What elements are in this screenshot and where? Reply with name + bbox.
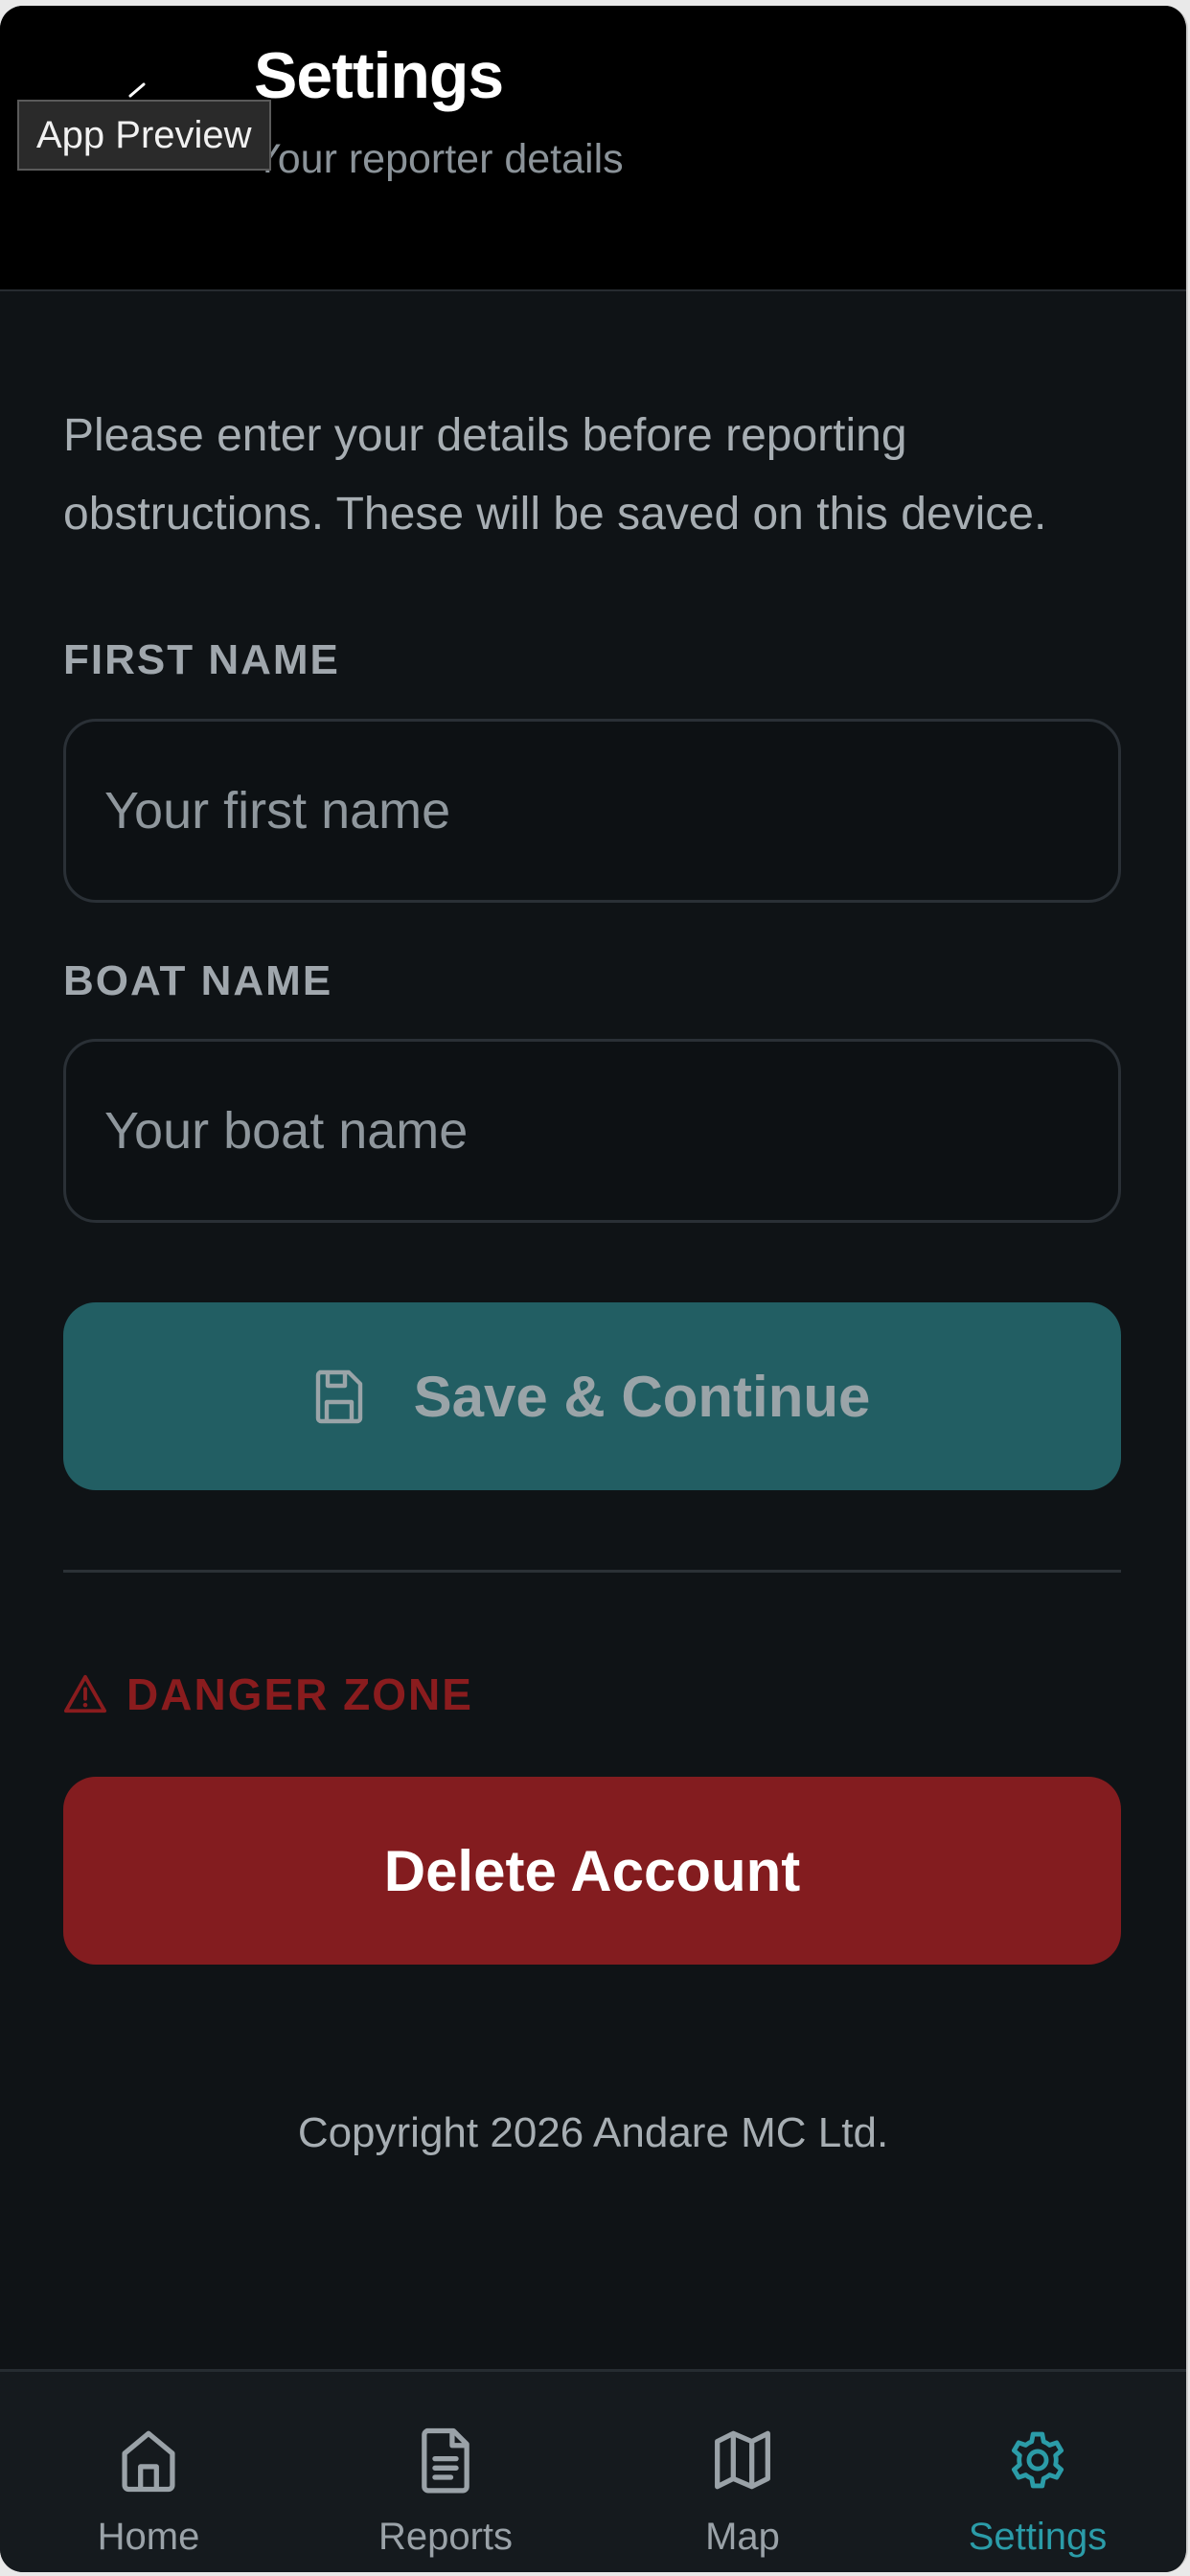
nav-label-map: Map xyxy=(705,2516,780,2558)
document-icon xyxy=(422,2427,469,2494)
boat-name-input[interactable] xyxy=(66,1042,1118,1220)
first-name-input[interactable] xyxy=(66,722,1118,900)
home-icon xyxy=(122,2430,175,2493)
map-icon xyxy=(715,2430,770,2490)
boat-name-label: BOAT NAME xyxy=(63,957,333,1004)
nav-item-home[interactable]: Home xyxy=(0,2372,297,2572)
app-preview-tag: App Preview xyxy=(17,100,271,171)
copyright-text: Copyright 2026 Andare MC Ltd. xyxy=(297,2109,889,2156)
danger-zone-heading: DANGER ZONE xyxy=(63,1668,473,1720)
gear-icon xyxy=(1011,2431,1064,2489)
danger-zone-label: DANGER ZONE xyxy=(126,1669,473,1719)
intro-text: Please enter your details before reporti… xyxy=(63,410,1047,540)
nav-item-map[interactable]: Map xyxy=(594,2372,891,2572)
nav-item-reports[interactable]: Reports xyxy=(297,2372,594,2572)
save-icon xyxy=(315,1369,362,1424)
header: Settings Your reporter details App Previ… xyxy=(0,6,1186,291)
page-subtitle: Your reporter details xyxy=(254,136,624,182)
boat-name-field[interactable] xyxy=(63,1039,1121,1223)
delete-account-button[interactable]: Delete Account xyxy=(63,1777,1121,1965)
bottom-nav: Home Reports Map Settings xyxy=(0,2369,1186,2572)
nav-label-reports: Reports xyxy=(378,2516,514,2558)
nav-label-settings: Settings xyxy=(968,2516,1108,2558)
save-continue-label: Save & Continue xyxy=(413,1364,871,1429)
first-name-field[interactable] xyxy=(63,719,1121,903)
page-title: Settings xyxy=(254,39,504,112)
save-continue-button[interactable]: Save & Continue xyxy=(63,1302,1121,1490)
section-divider xyxy=(63,1570,1121,1573)
app-screen: Settings Your reporter details App Previ… xyxy=(0,6,1188,2572)
first-name-label: FIRST NAME xyxy=(63,636,340,683)
nav-label-home: Home xyxy=(97,2516,200,2558)
nav-item-settings[interactable]: Settings xyxy=(889,2372,1186,2572)
warning-icon xyxy=(63,1674,107,1714)
